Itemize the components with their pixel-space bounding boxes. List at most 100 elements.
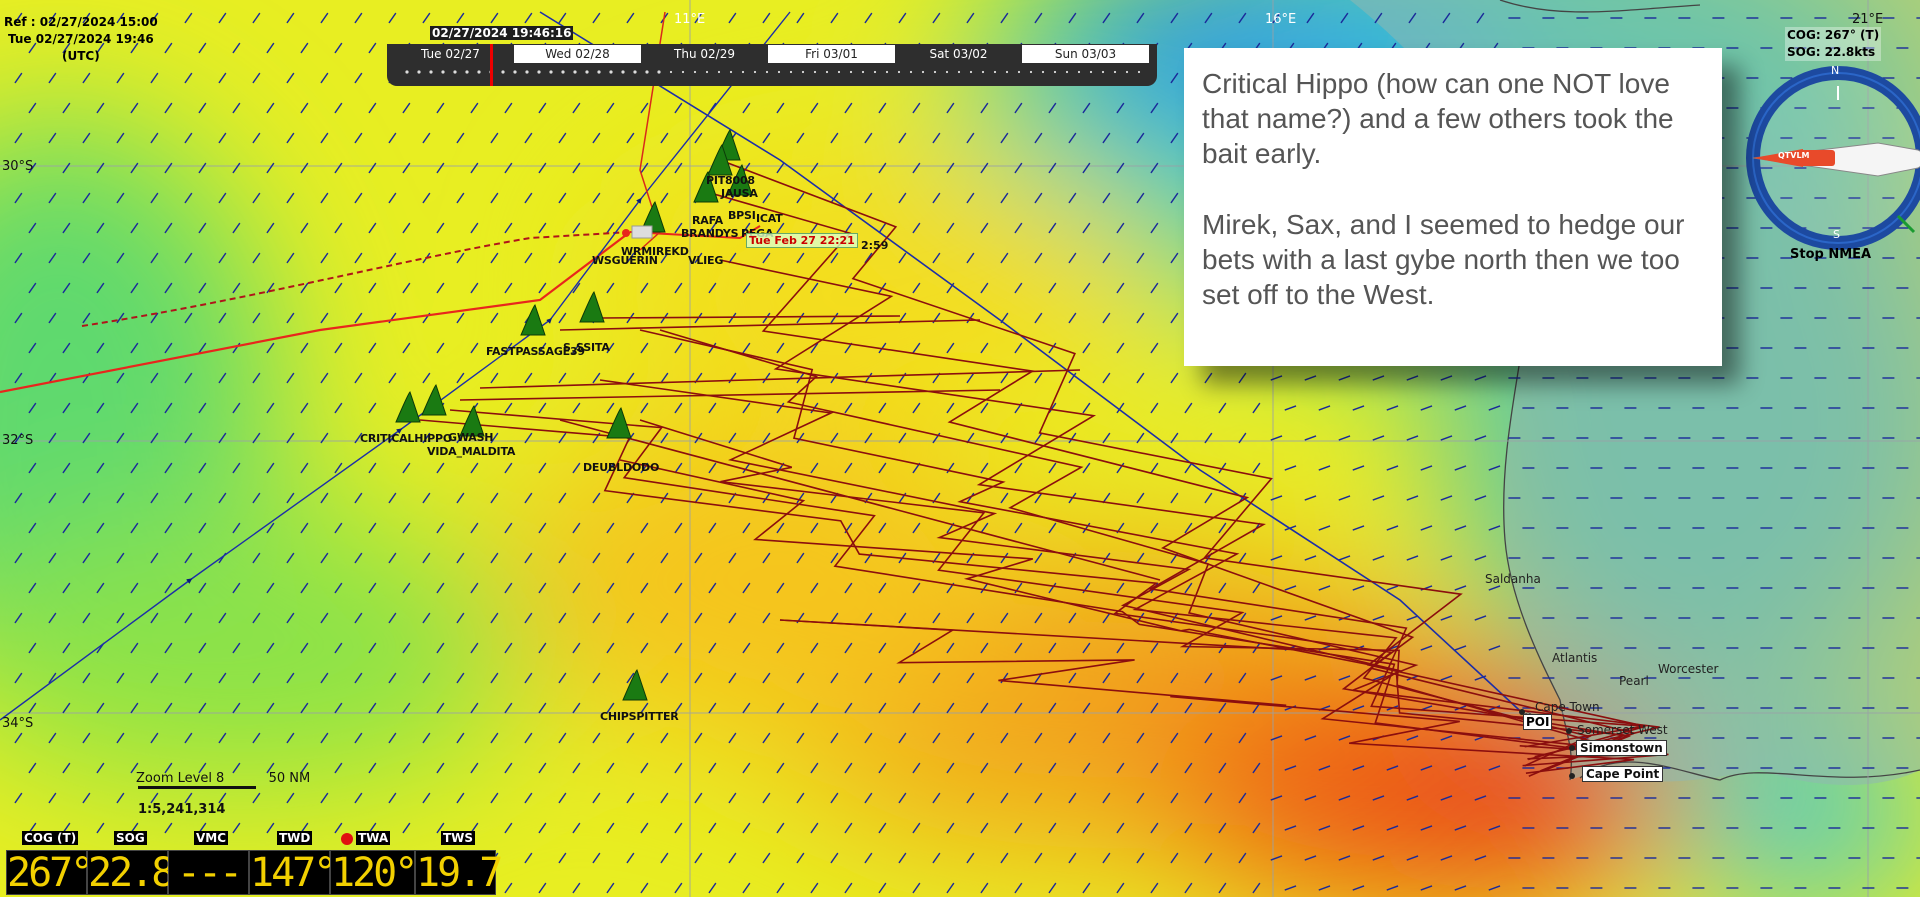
timeline-current-time: 02/27/2024 19:46:16 bbox=[430, 26, 574, 40]
instrument-label-cog: COG (T) bbox=[22, 831, 79, 845]
boat-label[interactable]: GWASH bbox=[448, 431, 494, 444]
zoom-level: Zoom Level 8 50 NM bbox=[136, 771, 310, 786]
timeline-tick bbox=[537, 70, 541, 74]
boat-label[interactable]: CHIPSPITTER bbox=[600, 710, 679, 723]
timeline-tick bbox=[1113, 70, 1117, 74]
timeline-day[interactable]: Thu 02/29 bbox=[641, 45, 768, 63]
timeline-tick bbox=[885, 70, 889, 74]
instrument-twa[interactable]: 120° bbox=[330, 850, 418, 896]
timeline-tick bbox=[513, 70, 517, 74]
timeline-ticks bbox=[405, 70, 1141, 74]
eta-label: Tue Feb 27 22:21 bbox=[746, 233, 858, 248]
boat-label[interactable]: BRANDYS bbox=[681, 227, 739, 240]
note-paragraph-1: Critical Hippo (how can one NOT love tha… bbox=[1202, 68, 1674, 169]
twa-indicator-dot bbox=[341, 833, 353, 845]
timeline-tick bbox=[1089, 70, 1093, 74]
current-time-line: Tue 02/27/2024 19:46 bbox=[8, 32, 154, 46]
timeline-tick bbox=[789, 70, 793, 74]
timeline-cursor[interactable] bbox=[490, 44, 493, 86]
instrument-label-twa: TWA bbox=[356, 831, 391, 845]
timeline-tick bbox=[945, 70, 949, 74]
timeline-tick bbox=[441, 70, 445, 74]
boat-label[interactable]: JAUSA bbox=[721, 187, 758, 200]
timeline-tick bbox=[669, 70, 673, 74]
city-label: Pearl bbox=[1619, 674, 1649, 688]
timeline-tick bbox=[969, 70, 973, 74]
boat-label[interactable]: VLIEG bbox=[688, 254, 723, 267]
timeline-tick bbox=[897, 70, 901, 74]
timeline-tick bbox=[873, 70, 877, 74]
timeline-day[interactable]: Tue 02/27 bbox=[387, 45, 514, 63]
instrument-sog[interactable]: 22.8 bbox=[87, 850, 175, 896]
compass-boat-label: QTVLM bbox=[1778, 151, 1810, 160]
timeline-tick bbox=[1065, 70, 1069, 74]
instrument-vmc[interactable]: ---- bbox=[168, 850, 249, 897]
lat-label-30: 30°S bbox=[2, 159, 34, 174]
boat-label[interactable]: BPSI bbox=[728, 209, 756, 222]
boat-label[interactable]: RAFA bbox=[692, 214, 723, 227]
compass-cog: COG: 267° (T) bbox=[1785, 27, 1882, 44]
timeline-tick bbox=[633, 70, 637, 74]
timeline-tick bbox=[645, 70, 649, 74]
compass-readout: COG: 267° (T) SOG: 22.8kts bbox=[1785, 27, 1882, 61]
boat-label[interactable]: WSGUERIN bbox=[592, 254, 658, 267]
boat-label[interactable]: CRITICALHIPPO bbox=[360, 432, 452, 445]
instrument-tws[interactable]: 19.7 bbox=[415, 850, 503, 896]
timeline-day[interactable]: Sun 03/03 bbox=[1022, 45, 1149, 63]
timeline-day[interactable]: Sat 03/02 bbox=[895, 45, 1022, 63]
timeline-tick bbox=[861, 70, 865, 74]
timeline-tick bbox=[1041, 70, 1045, 74]
timeline-tick bbox=[609, 70, 613, 74]
chart-map[interactable]: 11°E 16°E 21°E 30°S 32°S 34°S Ref : 02/2… bbox=[0, 0, 1920, 897]
timeline-tick bbox=[1125, 70, 1129, 74]
zoom-level-text: Zoom Level 8 bbox=[136, 771, 225, 786]
timeline-tick bbox=[417, 70, 421, 74]
timeline-day[interactable]: Wed 02/28 bbox=[514, 45, 641, 63]
timeline-tick bbox=[1101, 70, 1105, 74]
timeline-tick bbox=[573, 70, 577, 74]
scale-distance: 50 NM bbox=[268, 771, 311, 786]
timeline-tick bbox=[561, 70, 565, 74]
boat-label[interactable]: DEUBLDODO bbox=[583, 461, 659, 474]
reference-time: Ref : 02/27/2024 15:00 Tue 02/27/2024 19… bbox=[4, 14, 158, 65]
timeline-tick bbox=[405, 70, 409, 74]
timeline-tick bbox=[813, 70, 817, 74]
city-label: Somerset West bbox=[1577, 723, 1668, 737]
time-slider[interactable]: Tue 02/27 Wed 02/28 Thu 02/29 Fri 03/01 … bbox=[387, 44, 1157, 86]
annotation-note: Critical Hippo (how can one NOT love tha… bbox=[1184, 48, 1722, 366]
stop-nmea-button[interactable]: Stop NMEA bbox=[1790, 247, 1871, 262]
poi-label[interactable]: POI bbox=[1523, 714, 1553, 730]
instrument-cog[interactable]: 267° bbox=[6, 850, 94, 896]
boat-label[interactable]: VIDA_MALDITA bbox=[427, 445, 515, 458]
compass-sog: SOG: 22.8kts bbox=[1785, 44, 1882, 61]
lon-label-16: 16°E bbox=[1265, 12, 1297, 27]
timeline-tick bbox=[741, 70, 745, 74]
timeline-tick bbox=[1077, 70, 1081, 74]
scale-bar bbox=[138, 786, 256, 789]
timeline-day[interactable]: Fri 03/01 bbox=[768, 45, 895, 63]
timeline-tick bbox=[621, 70, 625, 74]
lon-label-21: 21°E bbox=[1852, 12, 1884, 27]
timeline-tick bbox=[801, 70, 805, 74]
timeline-tick bbox=[1029, 70, 1033, 74]
timeline-tick bbox=[981, 70, 985, 74]
ref-time-line: Ref : 02/27/2024 15:00 bbox=[4, 15, 158, 29]
boat-label[interactable]: ICAT bbox=[756, 212, 783, 225]
note-paragraph-2: Mirek, Sax, and I seemed to hedge our be… bbox=[1202, 209, 1685, 310]
instrument-label-vmc: VMC bbox=[194, 831, 229, 845]
timezone-label: (UTC) bbox=[61, 49, 100, 63]
timeline-tick bbox=[729, 70, 733, 74]
timeline-tick bbox=[849, 70, 853, 74]
lat-label-32: 32°S bbox=[2, 433, 34, 448]
timeline-tick bbox=[585, 70, 589, 74]
city-label-boxed[interactable]: Cape Point bbox=[1582, 766, 1664, 782]
instrument-twd[interactable]: 147° bbox=[249, 850, 337, 896]
timeline-tick bbox=[957, 70, 961, 74]
timeline-tick bbox=[693, 70, 697, 74]
city-label-boxed[interactable]: Simonstown bbox=[1576, 740, 1667, 756]
timeline-tick bbox=[501, 70, 505, 74]
boat-label[interactable]: S_SSITA bbox=[563, 341, 610, 354]
timeline-tick bbox=[909, 70, 913, 74]
timeline-tick bbox=[429, 70, 433, 74]
boat-label[interactable]: PIT8008 bbox=[706, 174, 755, 187]
